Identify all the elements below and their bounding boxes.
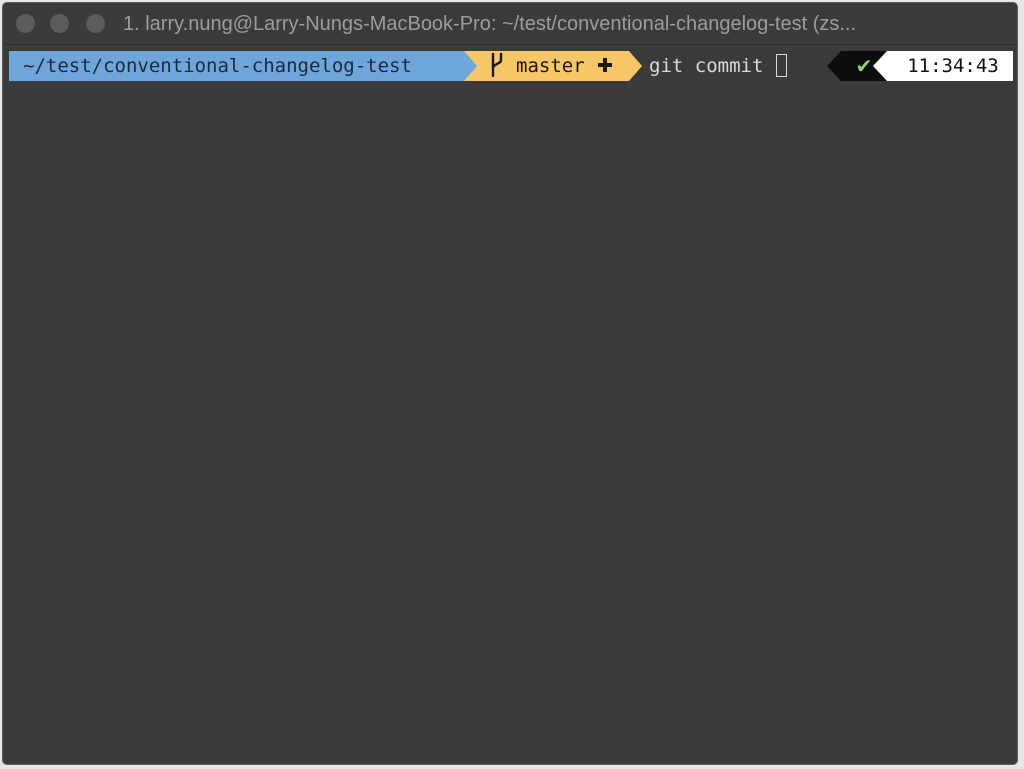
git-segment-arrow: [629, 51, 642, 81]
window-title: 1. larry.nung@Larry-Nungs-MacBook-Pro: ~…: [123, 13, 857, 35]
status-segment-arrow: [827, 51, 841, 81]
zoom-window-button[interactable]: [86, 14, 105, 33]
git-branch-icon: [491, 53, 503, 77]
branch-name: master: [516, 55, 585, 77]
time-segment-arrow: [873, 51, 887, 81]
close-window-button[interactable]: [16, 14, 35, 33]
typed-command: git commit: [649, 55, 764, 77]
prompt-line: ~/test/conventional-changelog-test maste…: [9, 51, 1013, 81]
terminal-output-area[interactable]: [3, 45, 1017, 764]
text-cursor: [776, 54, 787, 77]
title-bar[interactable]: 1. larry.nung@Larry-Nungs-MacBook-Pro: ~…: [3, 3, 1017, 45]
prompt-git-segment: master: [464, 51, 629, 81]
path-segment-arrow: [464, 51, 477, 81]
prompt-time: 11:34:43: [887, 51, 1013, 81]
terminal-window: 1. larry.nung@Larry-Nungs-MacBook-Pro: ~…: [2, 2, 1018, 765]
minimize-window-button[interactable]: [50, 14, 69, 33]
current-directory: ~/test/conventional-changelog-test: [23, 55, 412, 77]
plus-icon: [597, 58, 612, 72]
prompt-path-segment: ~/test/conventional-changelog-test: [9, 51, 464, 81]
